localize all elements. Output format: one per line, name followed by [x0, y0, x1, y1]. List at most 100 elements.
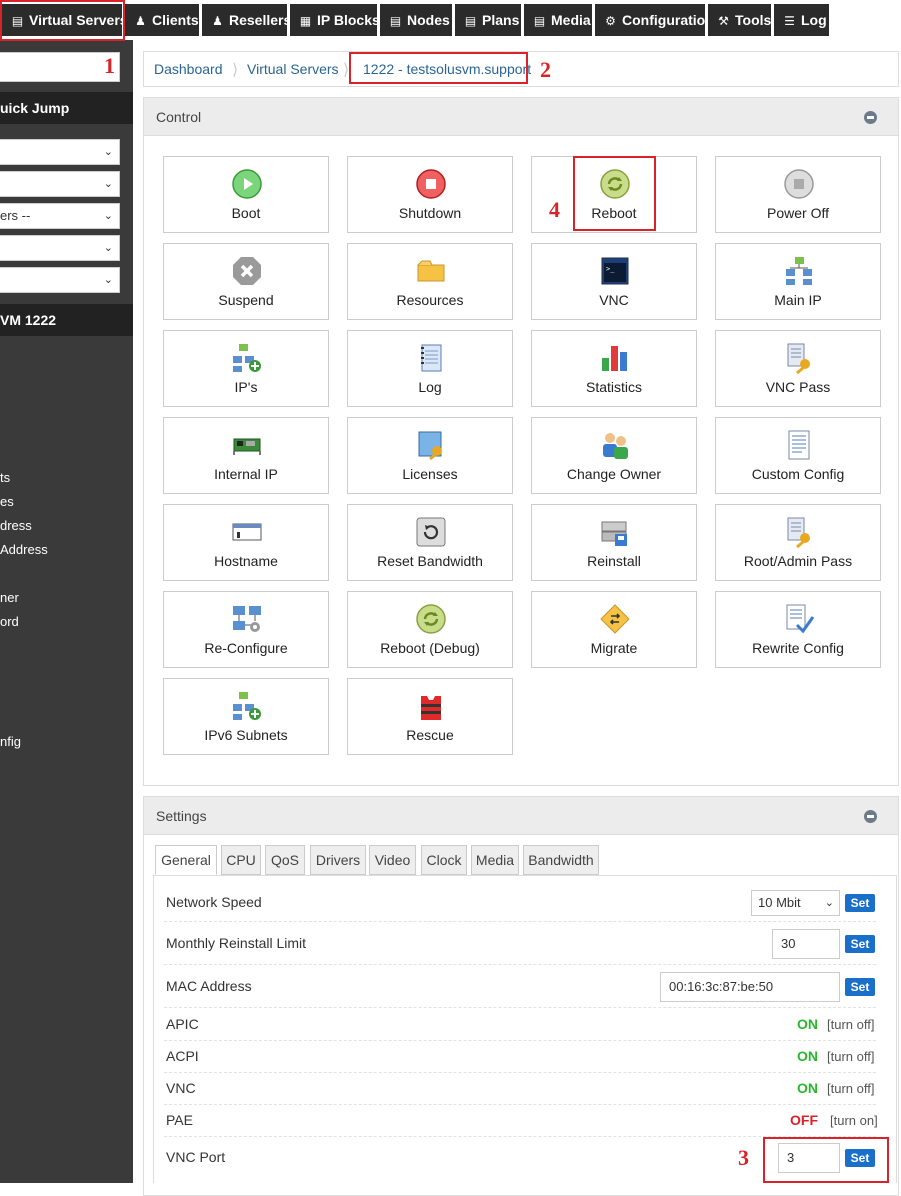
sidebar-select[interactable]: ⌄ — [0, 139, 120, 165]
sidebar-select[interactable]: ⌄ — [0, 267, 120, 293]
tile-root-admin-pass[interactable]: Root/Admin Pass — [715, 504, 881, 581]
vnc-toggle-link[interactable]: [turn off] — [827, 1081, 874, 1096]
tile-label: Change Owner — [566, 466, 662, 482]
tile-rewrite-config[interactable]: Rewrite Config — [715, 591, 881, 668]
chevron-down-icon: ⌄ — [103, 178, 113, 190]
nav-log[interactable]: ☰ Log — [774, 4, 829, 36]
acpi-status: ON — [797, 1048, 818, 1064]
hostname-icon — [231, 516, 263, 548]
sidebar-link[interactable]: nfig — [0, 734, 21, 749]
tile-vnc-pass[interactable]: VNC Pass — [715, 330, 881, 407]
mac-address-label: MAC Address — [166, 978, 252, 994]
power-off-icon — [783, 168, 815, 200]
pae-status: OFF — [790, 1112, 818, 1128]
tile-reinstall[interactable]: Reinstall — [531, 504, 697, 581]
tab-general[interactable]: General — [155, 845, 217, 875]
tile-ipv6-subnets[interactable]: IPv6 Subnets — [163, 678, 329, 755]
network-add-icon — [231, 690, 263, 722]
tile-rescue[interactable]: Rescue — [347, 678, 513, 755]
breadcrumb-dashboard[interactable]: Dashboard — [154, 52, 223, 86]
sidebar-select[interactable]: ers -- ⌄ — [0, 203, 120, 229]
sidebar-link[interactable]: dress — [0, 518, 32, 533]
collapse-icon[interactable] — [864, 810, 877, 823]
tile-ips[interactable]: IP's — [163, 330, 329, 407]
tab-clock[interactable]: Clock — [421, 845, 467, 875]
collapse-icon[interactable] — [864, 111, 877, 124]
network-speed-select[interactable]: 10 Mbit ⌄ — [751, 890, 840, 916]
sidebar-link[interactable]: Address — [0, 542, 48, 557]
breadcrumb-virtual-servers[interactable]: Virtual Servers — [247, 52, 339, 86]
notebook-icon — [415, 342, 447, 374]
annotation-number: 2 — [540, 57, 551, 82]
select-value: ers -- — [0, 208, 31, 223]
tile-shutdown[interactable]: Shutdown — [347, 156, 513, 233]
sidebar-search-input[interactable] — [0, 52, 120, 82]
sidebar-link[interactable]: ner — [0, 590, 19, 605]
tab-video[interactable]: Video — [369, 845, 416, 875]
tile-re-configure[interactable]: Re-Configure — [163, 591, 329, 668]
bar-chart-icon — [599, 342, 631, 374]
reinstall-limit-set-button[interactable]: Set — [845, 935, 875, 953]
tab-bandwidth[interactable]: Bandwidth — [523, 845, 599, 875]
nav-label: Clients — [152, 12, 199, 28]
tab-media[interactable]: Media — [471, 845, 519, 875]
sidebar-link[interactable]: es — [0, 494, 14, 509]
annotation-box-breadcrumb — [349, 52, 528, 84]
sidebar-link[interactable]: ts — [0, 470, 10, 485]
tile-label: Boot — [231, 205, 261, 221]
tile-label: IPv6 Subnets — [204, 727, 288, 743]
vnc-status: ON — [797, 1080, 818, 1096]
tile-migrate[interactable]: Migrate — [531, 591, 697, 668]
tile-reboot-debug[interactable]: Reboot (Debug) — [347, 591, 513, 668]
rewrite-icon — [783, 603, 815, 635]
tile-label: Reinstall — [587, 553, 641, 569]
tile-statistics[interactable]: Statistics — [531, 330, 697, 407]
tile-label: Power Off — [767, 205, 829, 221]
tile-change-owner[interactable]: Change Owner — [531, 417, 697, 494]
tile-custom-config[interactable]: Custom Config — [715, 417, 881, 494]
suspend-icon — [231, 255, 263, 287]
sidebar-link[interactable]: ord — [0, 614, 19, 629]
nav-plans[interactable]: ▤ Plans — [455, 4, 521, 36]
setting-row-divider — [164, 1040, 876, 1041]
annotation-box-vnc-port — [763, 1137, 889, 1183]
nav-media[interactable]: ▤ Media — [524, 4, 592, 36]
tile-suspend[interactable]: Suspend — [163, 243, 329, 320]
rescue-icon — [415, 690, 447, 722]
tab-drivers[interactable]: Drivers — [310, 845, 366, 875]
tile-internal-ip[interactable]: Internal IP — [163, 417, 329, 494]
reinstall-limit-input[interactable]: 30 — [772, 929, 840, 959]
mac-address-input[interactable]: 00:16:3c:87:be:50 — [660, 972, 840, 1002]
nav-tools[interactable]: ⚒ Tools — [708, 4, 771, 36]
nav-configuration[interactable]: ⚙ Configuration — [595, 4, 714, 36]
tile-log[interactable]: Log — [347, 330, 513, 407]
sidebar-select[interactable]: ⌄ — [0, 235, 120, 261]
nav-label: Plans — [482, 12, 520, 28]
tab-cpu[interactable]: CPU — [221, 845, 261, 875]
tile-resources[interactable]: Resources — [347, 243, 513, 320]
tile-boot[interactable]: Boot — [163, 156, 329, 233]
tile-power-off[interactable]: Power Off — [715, 156, 881, 233]
tile-hostname[interactable]: Hostname — [163, 504, 329, 581]
nav-nodes[interactable]: ▤ Nodes — [380, 4, 452, 36]
tile-label: VNC — [599, 292, 629, 308]
nav-ip-blocks[interactable]: ▦ IP Blocks — [290, 4, 380, 36]
tile-main-ip[interactable]: Main IP — [715, 243, 881, 320]
mac-address-set-button[interactable]: Set — [845, 978, 875, 996]
reset-icon — [415, 516, 447, 548]
list-icon: ☰ — [784, 14, 795, 28]
tile-reset-bandwidth[interactable]: Reset Bandwidth — [347, 504, 513, 581]
sidebar-select[interactable]: ⌄ — [0, 171, 120, 197]
nav-resellers[interactable]: ♟ Resellers — [202, 4, 291, 36]
network-speed-set-button[interactable]: Set — [845, 894, 875, 912]
nav-clients[interactable]: ♟ Clients — [125, 4, 199, 36]
tile-vnc[interactable]: >_ VNC — [531, 243, 697, 320]
tab-qos[interactable]: QoS — [265, 845, 305, 875]
svg-text:>_: >_ — [606, 265, 615, 273]
file-icon: ▤ — [533, 14, 546, 28]
annotation-box-reboot — [573, 156, 656, 231]
acpi-toggle-link[interactable]: [turn off] — [827, 1049, 874, 1064]
apic-toggle-link[interactable]: [turn off] — [827, 1017, 874, 1032]
tile-licenses[interactable]: Licenses — [347, 417, 513, 494]
pae-toggle-link[interactable]: [turn on] — [830, 1113, 878, 1128]
